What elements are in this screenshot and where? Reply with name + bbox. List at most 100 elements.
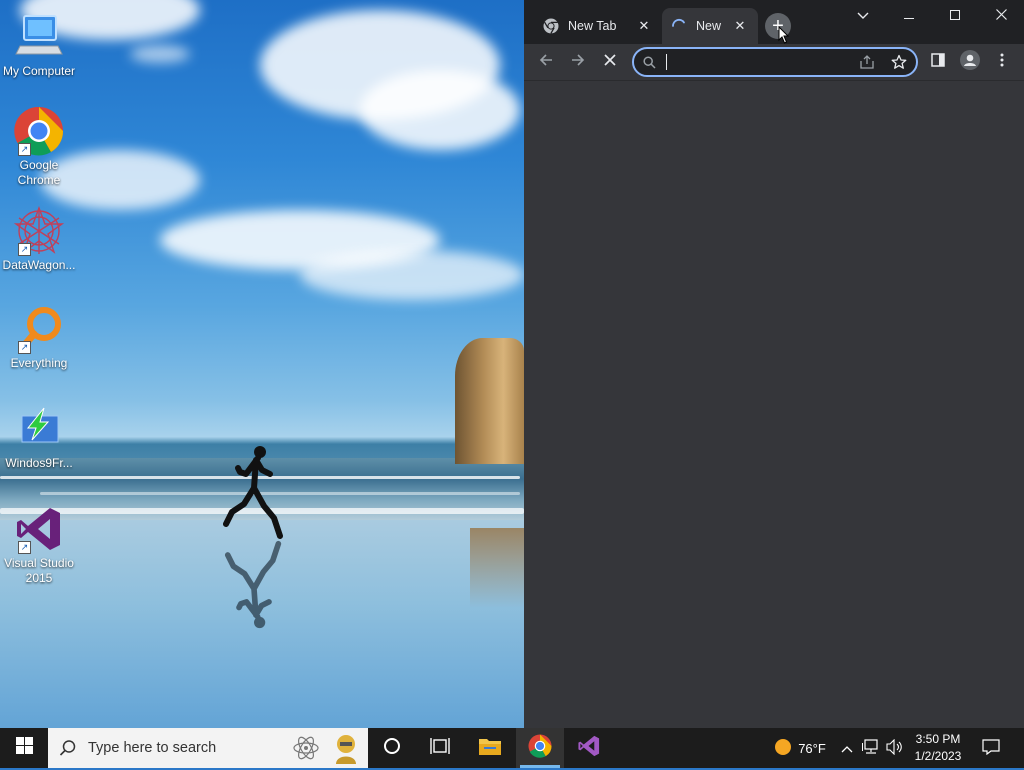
desktop-wallpaper <box>0 0 524 728</box>
visual-studio-icon: ↗ <box>14 504 64 554</box>
windows-logo-icon <box>15 737 33 759</box>
tab-title: New <box>696 19 722 33</box>
close-window-button[interactable] <box>978 0 1024 30</box>
desktop-icon-windos9fr[interactable]: Windos9Fr... <box>0 404 78 471</box>
mouse-cursor-icon <box>778 26 790 44</box>
desktop-icon-label: Everything <box>10 356 68 370</box>
desktop-icon-label: DataWagon... <box>2 258 76 272</box>
desktop-icon-label: Windos9Fr... <box>5 456 73 470</box>
volume-button[interactable] <box>884 728 906 768</box>
share-icon[interactable] <box>858 53 876 71</box>
clock-date: 1/2/2023 <box>914 749 962 763</box>
maximize-icon <box>950 7 960 23</box>
side-panel-button[interactable] <box>924 48 952 76</box>
chrome-window: New Tab ✕ New ✕ + <box>524 0 1024 728</box>
action-center-button[interactable] <box>976 728 1006 768</box>
taskbar-search-box[interactable]: Type here to search <box>48 728 368 768</box>
network-icon <box>862 738 880 758</box>
notification-icon <box>982 738 1000 758</box>
chrome-icon <box>528 733 552 763</box>
search-highlight-figure-icon <box>328 730 364 770</box>
runner-reflection <box>224 540 282 629</box>
sea-rock <box>455 338 524 464</box>
arrow-left-icon <box>538 52 554 73</box>
clock-time: 3:50 PM <box>915 732 961 746</box>
search-placeholder: Type here to search <box>88 740 217 756</box>
task-view-button[interactable] <box>416 728 464 768</box>
shortcut-arrow-icon: ↗ <box>18 541 31 554</box>
close-tab-icon[interactable]: ✕ <box>732 18 748 34</box>
tab-title: New Tab <box>568 19 617 33</box>
everything-search-icon: ↗ <box>14 304 64 354</box>
kebab-menu-icon <box>1000 53 1004 72</box>
chevron-down-icon <box>857 7 869 23</box>
chrome-icon <box>534 18 568 34</box>
visual-studio-icon <box>577 734 601 763</box>
side-panel-icon <box>931 52 945 72</box>
installer-icon <box>14 404 64 454</box>
tab-search-button[interactable] <box>840 0 886 30</box>
sea-rock-reflection <box>470 528 524 608</box>
profile-button[interactable] <box>956 48 984 76</box>
start-button[interactable] <box>0 728 48 768</box>
address-input[interactable] <box>664 52 848 74</box>
chevron-up-icon <box>841 741 853 756</box>
stop-loading-button[interactable] <box>596 48 624 76</box>
taskbar-clock[interactable]: 3:50 PM 1/2/2023 <box>906 731 970 765</box>
close-icon <box>995 7 1007 23</box>
taskbar-file-explorer[interactable] <box>466 728 514 768</box>
cloud <box>300 250 524 300</box>
speaker-icon <box>886 738 904 758</box>
shortcut-arrow-icon: ↗ <box>18 341 31 354</box>
address-bar[interactable] <box>632 47 918 77</box>
weather-widget[interactable]: 76°F <box>762 728 838 768</box>
close-tab-icon[interactable]: ✕ <box>636 18 652 34</box>
cortana-button[interactable] <box>368 728 416 768</box>
desktop-icon-everything[interactable]: ↗ Everything <box>0 304 78 371</box>
datawagon-icon: ↗ <box>13 206 65 256</box>
shortcut-arrow-icon: ↗ <box>18 143 31 156</box>
close-icon <box>603 53 617 72</box>
network-button[interactable] <box>860 728 882 768</box>
taskbar-visual-studio[interactable] <box>565 728 613 768</box>
weather-temperature: 76°F <box>798 740 826 756</box>
minimize-icon <box>904 7 914 23</box>
desktop-icon-google-chrome[interactable]: ↗ Google Chrome <box>0 106 78 188</box>
maximize-button[interactable] <box>932 0 978 30</box>
desktop-icon-label: My Computer <box>2 64 76 78</box>
search-icon <box>640 53 658 71</box>
sun-icon <box>774 738 792 759</box>
desktop-icon-label: Google Chrome <box>17 158 61 187</box>
cloud <box>360 70 520 150</box>
text-caret <box>666 54 667 70</box>
folder-icon <box>478 736 502 761</box>
task-view-icon <box>430 737 450 760</box>
bookmark-star-icon[interactable] <box>890 53 908 71</box>
tab-new-tab-2[interactable]: New ✕ <box>662 8 758 44</box>
tab-new-tab-1[interactable]: New Tab ✕ <box>534 8 662 44</box>
show-hidden-icons-button[interactable] <box>838 728 856 768</box>
runner-silhouette <box>223 446 283 539</box>
desktop-icon-label: Visual Studio 2015 <box>4 556 74 585</box>
desktop-icon-visual-studio[interactable]: ↗ Visual Studio 2015 <box>0 504 78 586</box>
computer-icon <box>14 12 64 62</box>
forward-button[interactable] <box>564 48 592 76</box>
desktop-icon-my-computer[interactable]: My Computer <box>0 12 78 79</box>
chrome-menu-button[interactable] <box>988 48 1016 76</box>
profile-avatar-icon <box>960 49 980 75</box>
chrome-icon: ↗ <box>14 106 64 156</box>
tab-strip: New Tab ✕ New ✕ + <box>524 0 1024 44</box>
page-content-area <box>524 81 1024 728</box>
minimize-button[interactable] <box>886 0 932 30</box>
desktop-icon-datawagon[interactable]: ↗ DataWagon... <box>0 206 78 273</box>
loading-spinner-icon <box>662 18 696 34</box>
arrow-right-icon <box>570 52 586 73</box>
cortana-circle-icon <box>383 737 401 760</box>
search-icon <box>48 739 88 757</box>
browser-toolbar <box>524 44 1024 81</box>
atom-icon <box>292 734 320 766</box>
taskbar: Type here to search 76°F 3:50 PM 1/2/202… <box>0 728 1024 768</box>
back-button[interactable] <box>532 48 560 76</box>
taskbar-chrome[interactable] <box>516 728 564 768</box>
cloud <box>130 45 190 63</box>
